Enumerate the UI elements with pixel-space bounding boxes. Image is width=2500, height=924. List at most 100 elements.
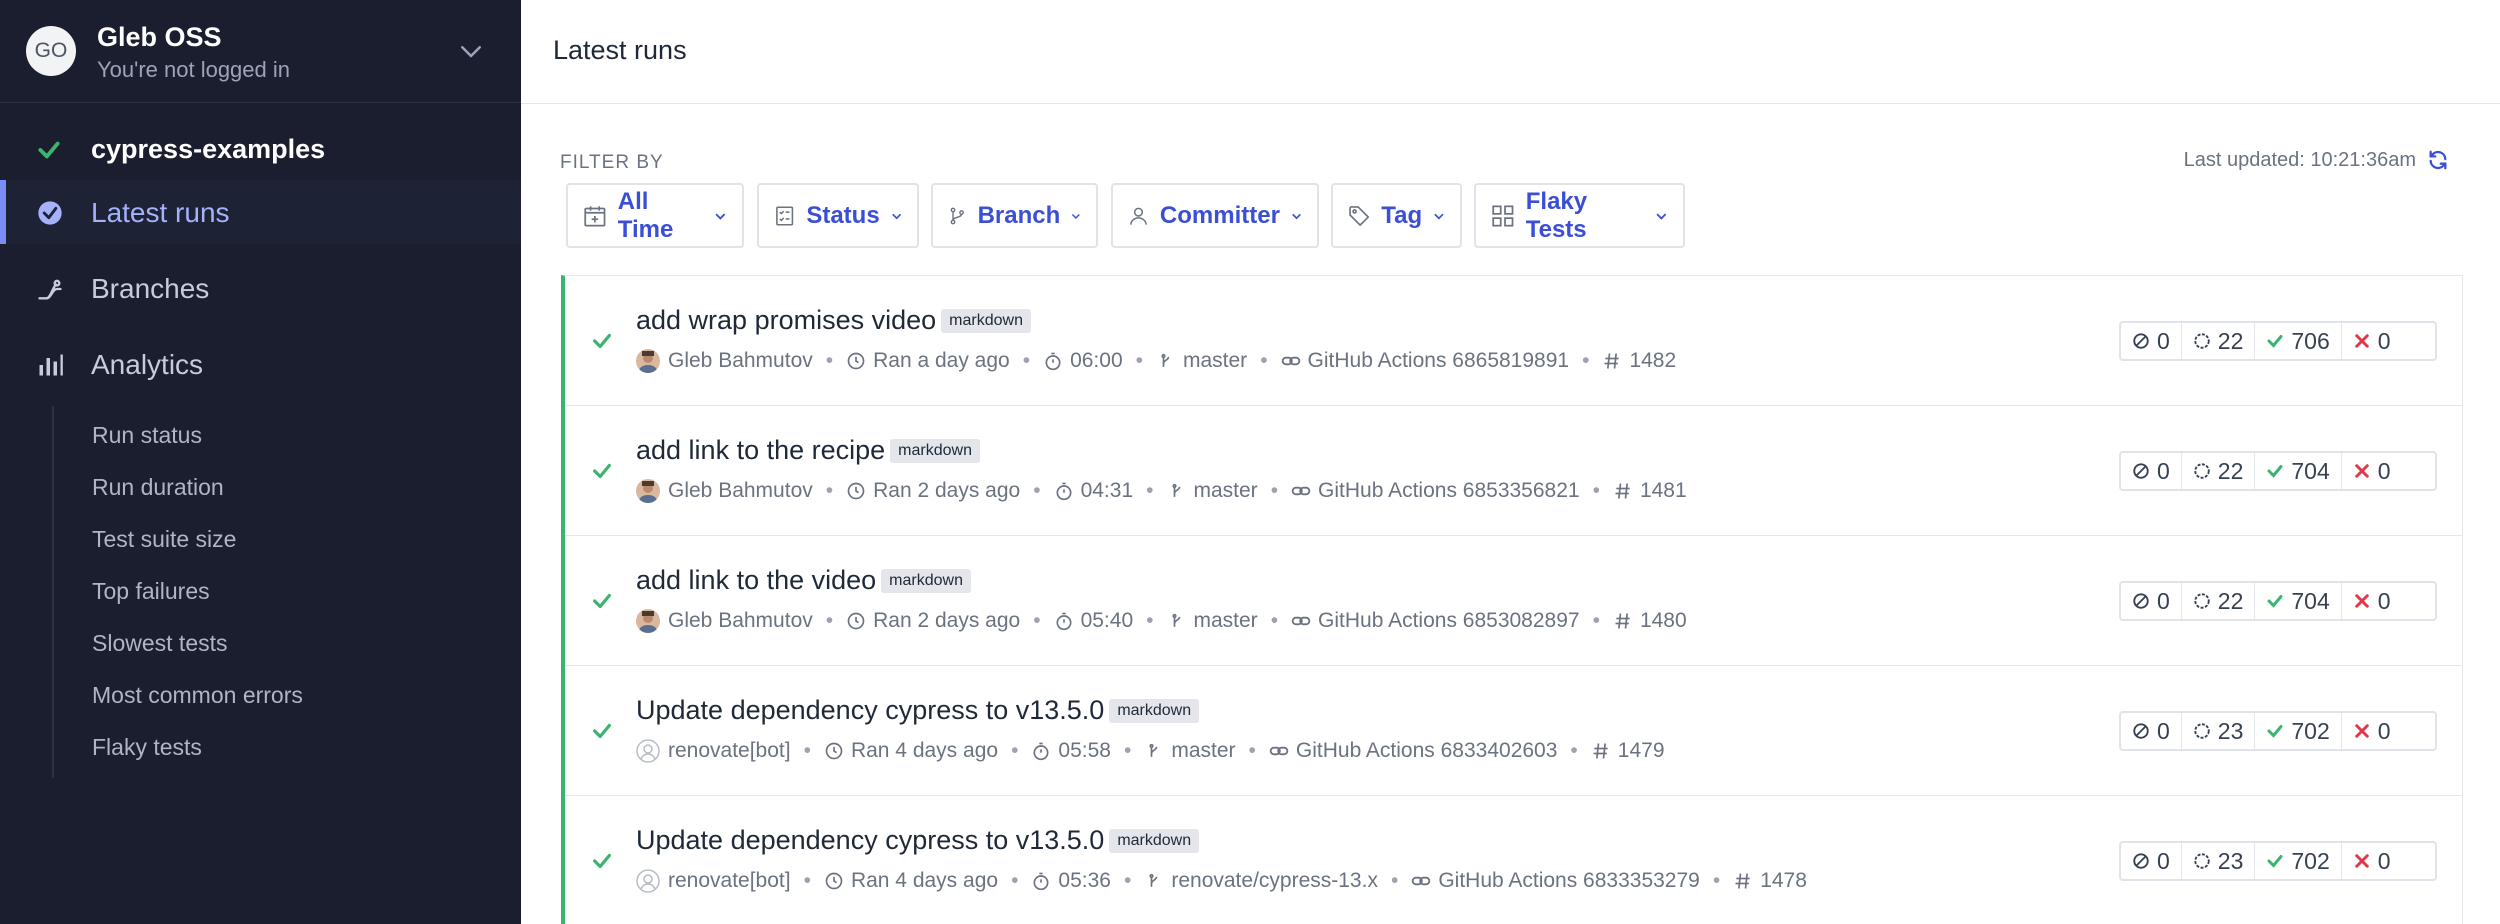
run-author: Gleb Bahmutov: [668, 479, 813, 502]
filter-committer[interactable]: Committer: [1111, 183, 1319, 248]
run-row[interactable]: add link to the recipe markdown Gleb Bah…: [565, 406, 2463, 536]
run-branch[interactable]: master: [1194, 479, 1258, 503]
chevron-down-icon[interactable]: [456, 36, 486, 66]
run-commit-message: add link to the video: [636, 565, 877, 595]
pending-count: 22: [2180, 583, 2255, 619]
run-ci-link[interactable]: GitHub Actions 6865819891: [1308, 349, 1570, 373]
sidebar-subitem-test-suite-size[interactable]: Test suite size: [92, 526, 236, 553]
run-ci-link[interactable]: GitHub Actions 6833353279: [1438, 869, 1700, 893]
x-icon: [2355, 464, 2369, 478]
failed-count: 0: [2340, 713, 2402, 749]
run-title[interactable]: add link to the recipe markdown: [636, 435, 980, 466]
sidebar-subitem-common-errors[interactable]: Most common errors: [92, 682, 303, 709]
run-meta: Gleb Bahmutov • Ran 2 days ago • 05:40 •…: [636, 606, 1687, 636]
separator: •: [825, 349, 834, 372]
analytics-subnav-line: [52, 406, 54, 778]
pending-count: 23: [2180, 843, 2255, 879]
user-avatar-placeholder: [636, 869, 660, 893]
check-icon: [593, 463, 611, 479]
user-avatar-photo: [636, 479, 660, 503]
separator: •: [1135, 349, 1143, 372]
hash-icon: [1735, 873, 1750, 889]
separator: •: [1592, 479, 1600, 502]
sidebar-item-label: Branches: [91, 273, 210, 304]
separator: •: [1260, 349, 1268, 372]
run-tag-badge: markdown: [1109, 828, 1200, 853]
hash-icon: [1615, 483, 1630, 499]
user-avatar-photo: [636, 349, 660, 373]
skipped-icon: [2133, 593, 2149, 609]
passed-count: 704: [2254, 453, 2340, 489]
run-duration: 05:58: [1058, 739, 1111, 762]
pending-count: 23: [2180, 713, 2255, 749]
project-name: cypress-examples: [91, 134, 326, 164]
hash-icon: [1604, 353, 1620, 369]
sidebar-subitem-run-duration[interactable]: Run duration: [92, 474, 224, 501]
sidebar-item-analytics[interactable]: Analytics: [0, 332, 521, 396]
filter-by-label: FILTER BY: [560, 152, 664, 173]
run-duration: 04:31: [1080, 479, 1134, 502]
sidebar-subitem-top-failures[interactable]: Top failures: [92, 578, 210, 605]
run-title[interactable]: add wrap promises video markdown: [636, 305, 1031, 336]
filter-tag[interactable]: Tag: [1331, 183, 1462, 248]
filter-flaky-tests[interactable]: Flaky Tests: [1474, 183, 1685, 248]
run-tag-badge: markdown: [1109, 698, 1200, 723]
run-branch[interactable]: master: [1171, 739, 1235, 763]
hash-icon: [1615, 613, 1630, 629]
sidebar-item-branches[interactable]: Branches: [0, 256, 521, 320]
run-duration: 05:36: [1058, 869, 1111, 892]
filter-branch[interactable]: Branch: [931, 183, 1098, 248]
branch-icon: [1171, 613, 1180, 627]
branches-icon: [38, 279, 62, 300]
run-row[interactable]: add link to the video markdown Gleb Bahm…: [565, 536, 2463, 666]
chevron-down-icon: [1292, 213, 1301, 219]
passed-count: 702: [2254, 713, 2340, 749]
run-title[interactable]: add link to the video markdown: [636, 565, 971, 596]
sidebar-subitem-run-status[interactable]: Run status: [92, 422, 202, 449]
run-title[interactable]: Update dependency cypress to v13.5.0 mar…: [636, 695, 1200, 726]
bar-chart-icon: [39, 354, 63, 376]
separator: •: [1011, 869, 1019, 892]
pending-count: 22: [2180, 323, 2255, 359]
clock-icon: [825, 872, 843, 890]
refresh-icon[interactable]: [2427, 149, 2449, 171]
skipped-icon: [2133, 333, 2149, 349]
run-row[interactable]: Update dependency cypress to v13.5.0 mar…: [565, 666, 2463, 796]
branch-icon: [1149, 743, 1158, 757]
page-header: Latest runs: [521, 0, 2500, 104]
sidebar-item-latest-runs[interactable]: Latest runs: [0, 180, 521, 244]
filter-status[interactable]: Status: [757, 183, 919, 248]
run-branch[interactable]: renovate/cypress-13.x: [1171, 869, 1378, 893]
sidebar-subitem-flaky-tests[interactable]: Flaky tests: [92, 734, 202, 761]
run-branch[interactable]: master: [1183, 349, 1247, 373]
run-ci-link[interactable]: GitHub Actions 6833402603: [1296, 739, 1558, 763]
clock-icon: [847, 482, 865, 500]
org-switcher[interactable]: GO Gleb OSS You're not logged in: [0, 0, 521, 103]
grid-icon: [1492, 204, 1514, 227]
separator: •: [1582, 349, 1590, 372]
branch-icon: [1161, 353, 1170, 367]
run-row[interactable]: add wrap promises video markdown Gleb Ba…: [565, 276, 2463, 406]
passed-count: 706: [2254, 323, 2340, 359]
skipped-count: 0: [2121, 713, 2181, 749]
check-circle-icon: [38, 201, 62, 225]
project-item[interactable]: cypress-examples: [0, 126, 521, 172]
stopwatch-icon: [1033, 742, 1049, 761]
check-icon: [593, 593, 611, 609]
link-icon: [1291, 616, 1311, 626]
check-icon: [38, 141, 60, 159]
run-title[interactable]: Update dependency cypress to v13.5.0 mar…: [636, 825, 1200, 856]
run-test-counts: 0 23 702 0: [2119, 841, 2437, 881]
filter-label: Flaky Tests: [1525, 187, 1588, 243]
run-branch[interactable]: master: [1194, 609, 1258, 633]
pending-icon: [2194, 463, 2210, 479]
hash-icon: [1593, 743, 1608, 759]
run-ci-link[interactable]: GitHub Actions 6853356821: [1318, 479, 1580, 503]
main-content: Latest runs FILTER BY Last updated: 10:2…: [521, 0, 2500, 924]
run-ci-link[interactable]: GitHub Actions 6853082897: [1318, 609, 1580, 633]
sidebar-subitem-slowest-tests[interactable]: Slowest tests: [92, 630, 228, 657]
check-icon: [2267, 725, 2283, 738]
filter-all-time[interactable]: All Time: [566, 183, 744, 248]
run-row[interactable]: Update dependency cypress to v13.5.0 mar…: [565, 796, 2463, 924]
passed-count: 702: [2254, 843, 2340, 879]
